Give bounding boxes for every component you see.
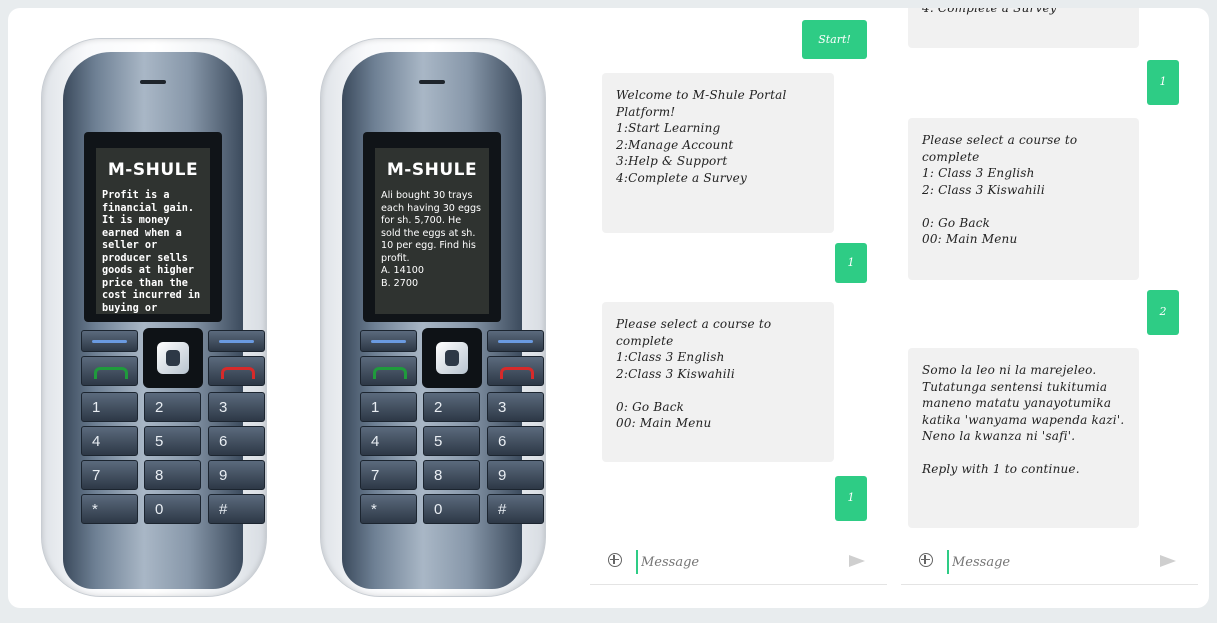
key-7[interactable]: 7 — [81, 460, 138, 490]
right-soft-key[interactable] — [487, 330, 544, 352]
feature-phone-1: M-SHULE Profit is a financial gain. It i… — [41, 38, 267, 597]
key-2[interactable]: 2 — [144, 392, 201, 422]
nav-center-icon — [436, 342, 468, 374]
left-soft-key[interactable] — [360, 330, 417, 352]
key-8[interactable]: 8 — [144, 460, 201, 490]
key-0[interactable]: 0 — [423, 494, 480, 524]
speaker-icon — [419, 80, 445, 84]
key-hash[interactable]: # — [487, 494, 544, 524]
received-message: 4. Complete a Survey — [908, 8, 1139, 48]
key-5[interactable]: 5 — [144, 426, 201, 456]
screenshot-card: M-SHULE Profit is a financial gain. It i… — [8, 8, 1209, 608]
nav-center-icon — [157, 342, 189, 374]
phone-body: M-SHULE Profit is a financial gain. It i… — [63, 52, 265, 589]
nav-dot — [445, 350, 459, 366]
key-1[interactable]: 1 — [360, 392, 417, 422]
key-8[interactable]: 8 — [423, 460, 480, 490]
message-input-bar — [901, 540, 1198, 585]
key-6[interactable]: 6 — [208, 426, 265, 456]
key-4[interactable]: 4 — [360, 426, 417, 456]
call-key[interactable] — [360, 356, 417, 386]
phone-screen-frame: M-SHULE Ali bought 30 trays each having … — [363, 132, 501, 322]
sent-message: 2 — [1147, 290, 1179, 335]
key-1[interactable]: 1 — [81, 392, 138, 422]
end-call-icon — [221, 367, 255, 379]
call-icon — [94, 367, 128, 379]
end-call-key[interactable] — [208, 356, 265, 386]
message-input[interactable] — [947, 550, 1134, 574]
sent-message: 1 — [1147, 60, 1179, 105]
add-attachment-icon[interactable] — [608, 553, 622, 567]
add-attachment-icon[interactable] — [919, 553, 933, 567]
phone-body: M-SHULE Ali bought 30 trays each having … — [342, 52, 544, 589]
key-hash[interactable]: # — [208, 494, 265, 524]
right-soft-key[interactable] — [208, 330, 265, 352]
key-2[interactable]: 2 — [423, 392, 480, 422]
received-message: Please select a course to complete 1: Cl… — [908, 118, 1139, 280]
key-3[interactable]: 3 — [208, 392, 265, 422]
message-input[interactable] — [636, 550, 823, 574]
nav-dot — [166, 350, 180, 366]
feature-phone-2: M-SHULE Ali bought 30 trays each having … — [320, 38, 546, 597]
sent-message: 1 — [835, 476, 867, 521]
chat-panel-1: Start! Welcome to M-Shule Portal Platfor… — [590, 8, 887, 608]
key-star[interactable]: * — [360, 494, 417, 524]
end-call-key[interactable] — [487, 356, 544, 386]
soft-key-dash-icon — [92, 340, 127, 343]
key-0[interactable]: 0 — [144, 494, 201, 524]
key-7[interactable]: 7 — [360, 460, 417, 490]
phone-brand-title: M-SHULE — [107, 160, 199, 180]
left-soft-key[interactable] — [81, 330, 138, 352]
phone-screen-frame: M-SHULE Profit is a financial gain. It i… — [84, 132, 222, 322]
chat-panel-2: 4. Complete a Survey 1 Please select a c… — [901, 8, 1198, 608]
sent-message: Start! — [802, 20, 867, 59]
phone-screen: M-SHULE Ali bought 30 trays each having … — [375, 148, 489, 314]
received-message: Welcome to M-Shule Portal Platform! 1:St… — [602, 73, 834, 233]
soft-key-dash-icon — [219, 340, 254, 343]
speaker-icon — [140, 80, 166, 84]
send-icon[interactable] — [849, 555, 865, 567]
key-star[interactable]: * — [81, 494, 138, 524]
phone-screen: M-SHULE Profit is a financial gain. It i… — [96, 148, 210, 314]
received-message: Somo la leo ni la marejeleo. Tutatunga s… — [908, 348, 1139, 528]
soft-key-dash-icon — [371, 340, 406, 343]
keypad: 1 2 3 4 5 6 7 8 9 * 0 # — [360, 328, 544, 559]
message-input-bar — [590, 540, 887, 585]
phone-screen-text: Profit is a financial gain. It is money … — [102, 190, 201, 314]
phone-screen-text: Ali bought 30 trays each having 30 eggs … — [381, 190, 482, 289]
call-icon — [373, 367, 407, 379]
send-icon[interactable] — [1160, 555, 1176, 567]
soft-key-dash-icon — [498, 340, 533, 343]
key-9[interactable]: 9 — [487, 460, 544, 490]
key-3[interactable]: 3 — [487, 392, 544, 422]
phone-brand-title: M-SHULE — [386, 160, 478, 180]
key-4[interactable]: 4 — [81, 426, 138, 456]
nav-button[interactable] — [422, 328, 482, 388]
call-key[interactable] — [81, 356, 138, 386]
key-5[interactable]: 5 — [423, 426, 480, 456]
nav-button[interactable] — [143, 328, 203, 388]
keypad: 1 2 3 4 5 6 7 8 9 * 0 # — [81, 328, 265, 559]
received-message: Please select a course to complete 1:Cla… — [602, 302, 834, 462]
key-6[interactable]: 6 — [487, 426, 544, 456]
sent-message: 1 — [835, 243, 867, 283]
key-9[interactable]: 9 — [208, 460, 265, 490]
end-call-icon — [500, 367, 534, 379]
